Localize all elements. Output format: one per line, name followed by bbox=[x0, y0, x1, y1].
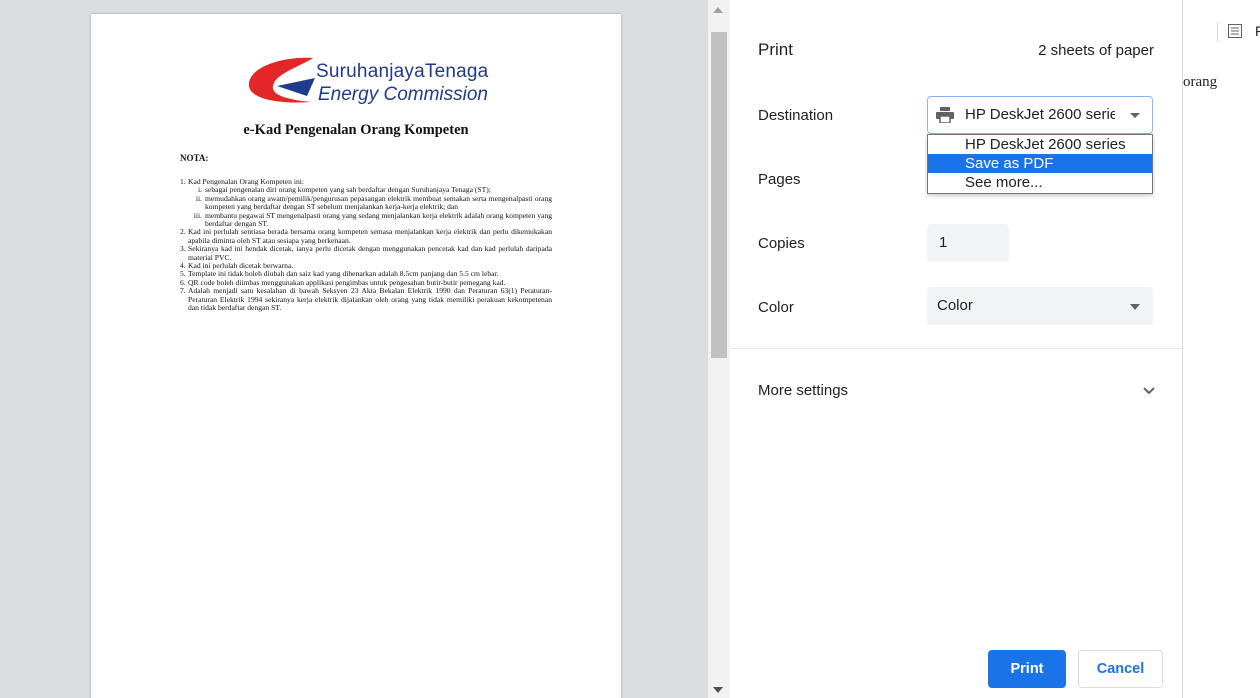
note-number: 2. bbox=[180, 227, 186, 237]
destination-option-see-more[interactable]: See more... bbox=[928, 173, 1152, 192]
sheet-count: 2 sheets of paper bbox=[1038, 42, 1154, 59]
sub-note-number: ii. bbox=[195, 193, 202, 203]
list-icon[interactable] bbox=[1228, 24, 1242, 38]
more-settings-toggle[interactable]: More settings bbox=[758, 382, 848, 399]
note-item: 3. Sekiranya kad ini hendak dicetak, ian… bbox=[180, 245, 552, 262]
sub-note-text: memudahkan orang awam/pemilik/pengurusan… bbox=[205, 193, 552, 212]
destination-label: Destination bbox=[758, 107, 834, 124]
destination-option-save-pdf[interactable]: Save as PDF bbox=[928, 154, 1152, 173]
note-text: Sekiranya kad ini hendak dicetak, ianya … bbox=[188, 244, 552, 262]
print-preview-area: SuruhanjayaTenaga Energy Commission e-Ka… bbox=[0, 0, 708, 698]
note-text: Adalah menjadi satu kesalahan di bawah S… bbox=[188, 286, 552, 313]
preview-scrollbar[interactable] bbox=[708, 0, 730, 698]
destination-dropdown-list: HP DeskJet 2600 series Save as PDF See m… bbox=[927, 134, 1153, 194]
color-value: Color bbox=[937, 297, 973, 314]
background-toolbar-text: F bbox=[1255, 23, 1260, 39]
copies-label: Copies bbox=[758, 235, 805, 252]
print-settings-panel: Print 2 sheets of paper Destination HP D… bbox=[730, 0, 1183, 698]
chevron-down-icon[interactable] bbox=[1142, 386, 1156, 396]
background-page: F orang bbox=[1183, 0, 1260, 698]
scroll-down-arrow-icon[interactable] bbox=[713, 687, 723, 693]
note-item: 7. Adalah menjadi satu kesalahan di bawa… bbox=[180, 287, 552, 312]
cancel-button[interactable]: Cancel bbox=[1078, 650, 1163, 688]
note-number: 3. bbox=[180, 244, 186, 254]
sub-note-text: membantu pegawai ST mengenalpasti orang … bbox=[205, 210, 552, 229]
scrollbar-thumb[interactable] bbox=[711, 32, 727, 358]
note-item: 1. Kad Pengenalan Orang Kompeten ini: i.… bbox=[180, 177, 552, 229]
destination-select[interactable]: HP DeskJet 2600 series bbox=[927, 96, 1153, 134]
background-text: orang bbox=[1183, 74, 1218, 90]
logo-text-english: Energy Commission bbox=[318, 84, 488, 105]
note-number: 7. bbox=[180, 286, 186, 296]
nota-heading: NOTA: bbox=[180, 153, 209, 163]
printer-icon bbox=[936, 107, 954, 123]
sub-note-number: iii. bbox=[193, 210, 202, 220]
print-dialog-title: Print bbox=[758, 40, 793, 59]
dropdown-arrow-icon bbox=[1130, 304, 1140, 310]
pages-label: Pages bbox=[758, 171, 801, 188]
color-label: Color bbox=[758, 299, 794, 316]
note-item: 2. Kad ini perlulah sentiasa berada bers… bbox=[180, 228, 552, 245]
sub-note-item: iii. membantu pegawai ST mengenalpasti o… bbox=[188, 210, 552, 229]
destination-option-printer[interactable]: HP DeskJet 2600 series bbox=[928, 135, 1152, 154]
note-text: Kad ini perlulah sentiasa berada bersama… bbox=[188, 227, 552, 245]
color-select[interactable]: Color bbox=[927, 287, 1153, 325]
toolbar-divider bbox=[1217, 22, 1218, 42]
sub-note-item: ii. memudahkan orang awam/pemilik/pengur… bbox=[188, 193, 552, 212]
scroll-up-arrow-icon[interactable] bbox=[713, 7, 723, 13]
preview-page: SuruhanjayaTenaga Energy Commission e-Ka… bbox=[91, 14, 621, 698]
note-number: 1. bbox=[180, 177, 186, 186]
section-divider bbox=[730, 348, 1182, 349]
print-button[interactable]: Print bbox=[988, 650, 1066, 688]
document-title: e-Kad Pengenalan Orang Kompeten bbox=[243, 122, 469, 138]
notes-list: 1. Kad Pengenalan Orang Kompeten ini: i.… bbox=[180, 177, 552, 313]
destination-value: HP DeskJet 2600 series bbox=[965, 106, 1115, 123]
copies-input[interactable]: 1 bbox=[927, 224, 1009, 262]
dropdown-arrow-icon bbox=[1130, 113, 1140, 118]
logo-text-malay: SuruhanjayaTenaga bbox=[316, 61, 489, 82]
